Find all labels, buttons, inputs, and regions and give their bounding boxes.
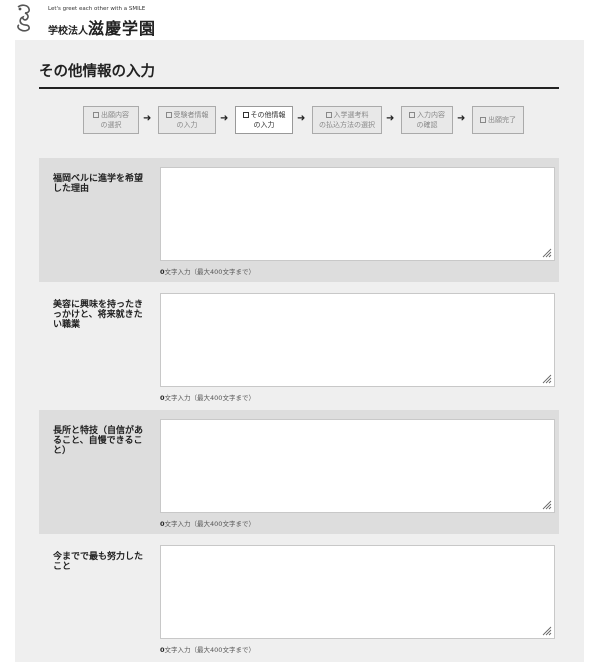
reason-textarea[interactable] bbox=[160, 167, 555, 261]
arrow-right-icon: ➜ bbox=[297, 113, 306, 124]
title-divider bbox=[39, 87, 559, 89]
character-counter: 0文字入力（最大400文字まで） bbox=[160, 268, 255, 276]
character-counter: 0文字入力（最大400文字まで） bbox=[160, 646, 255, 654]
step-payment-method: 入学選考料 の払込方法の選択 bbox=[312, 106, 382, 134]
field-label: 福岡ベルに進学を希望した理由 bbox=[53, 174, 144, 194]
arrow-right-icon: ➜ bbox=[386, 113, 395, 124]
arrow-right-icon: ➜ bbox=[457, 113, 466, 124]
progress-steps: 出願内容 の選択 ➜ 受験者情報 の入力 ➜ その他情報 の入力 ➜ 入学選考料… bbox=[83, 106, 524, 136]
step-applicant-info: 受験者情報 の入力 bbox=[158, 106, 216, 134]
step-confirm: 入力内容 の確認 bbox=[401, 106, 453, 134]
field-label: 長所と特技（自信があること、自慢できること） bbox=[53, 426, 144, 456]
arrow-right-icon: ➜ bbox=[143, 113, 152, 124]
step-complete: 出願完了 bbox=[472, 106, 524, 134]
character-counter: 0文字入力（最大400文字まで） bbox=[160, 394, 255, 402]
resize-handle-icon[interactable] bbox=[542, 500, 552, 510]
step-application-selection: 出願内容 の選択 bbox=[83, 106, 139, 134]
effort-textarea[interactable] bbox=[160, 545, 555, 639]
checkbox-icon bbox=[325, 112, 332, 118]
school-name: 学校法人滋慶学園 bbox=[48, 15, 156, 39]
school-logo-icon bbox=[17, 4, 30, 32]
checkbox-icon bbox=[93, 112, 99, 118]
checkbox-icon bbox=[480, 117, 486, 123]
page-title: その他情報の入力 bbox=[39, 64, 155, 80]
strengths-textarea[interactable] bbox=[160, 419, 555, 513]
checkbox-icon bbox=[409, 112, 415, 118]
form-panel: その他情報の入力 出願内容 の選択 ➜ 受験者情報 の入力 ➜ その他情報 の入… bbox=[15, 40, 584, 662]
field-label: 美容に興味を持ったきっかけと、将来就きたい職業 bbox=[53, 300, 144, 330]
tagline: Let's greet each other with a SMILE bbox=[48, 6, 146, 12]
field-row-effort: 今までで最も努力したこと 0文字入力（最大400文字まで） bbox=[39, 536, 559, 660]
character-counter: 0文字入力（最大400文字まで） bbox=[160, 520, 255, 528]
school-name-prefix: 学校法人 bbox=[48, 26, 88, 37]
field-row-interest: 美容に興味を持ったきっかけと、将来就きたい職業 0文字入力（最大400文字まで） bbox=[39, 284, 559, 408]
resize-handle-icon[interactable] bbox=[542, 248, 552, 258]
interest-textarea[interactable] bbox=[160, 293, 555, 387]
arrow-right-icon: ➜ bbox=[220, 113, 229, 124]
checkbox-icon bbox=[165, 112, 172, 118]
field-row-reason: 福岡ベルに進学を希望した理由 0文字入力（最大400文字まで） bbox=[39, 158, 559, 282]
field-label: 今までで最も努力したこと bbox=[53, 552, 144, 572]
resize-handle-icon[interactable] bbox=[542, 626, 552, 636]
edit-icon bbox=[242, 112, 249, 118]
resize-handle-icon[interactable] bbox=[542, 374, 552, 384]
step-other-info: その他情報 の入力 bbox=[235, 106, 293, 134]
site-header: Let's greet each other with a SMILE 学校法人… bbox=[14, 4, 314, 39]
field-row-strengths: 長所と特技（自信があること、自慢できること） 0文字入力（最大400文字まで） bbox=[39, 410, 559, 534]
school-name-main: 滋慶学園 bbox=[88, 19, 157, 38]
